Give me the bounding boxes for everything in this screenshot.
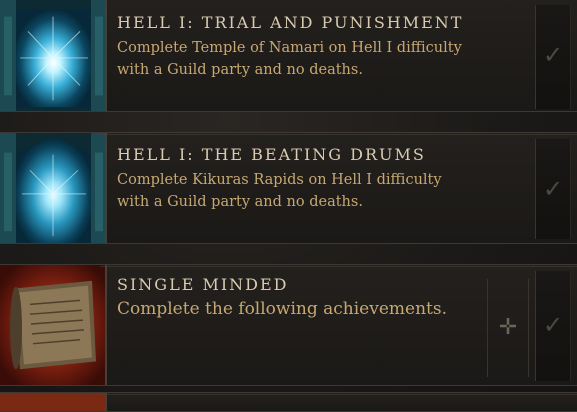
- achievement-description: Complete the following achievements.: [117, 299, 447, 319]
- achievement-icon-partial: [0, 393, 107, 411]
- checkmark-icon: ✓: [542, 311, 564, 339]
- completion-box: ✓: [535, 271, 571, 381]
- checkmark-icon: ✓: [542, 41, 564, 69]
- achievement-title: Single Minded: [117, 275, 289, 294]
- achievement-description: Complete Temple of Namari on Hell I diff…: [117, 40, 462, 78]
- portal-icon: [0, 0, 107, 111]
- scroll-icon: [0, 265, 107, 385]
- checkmark-icon: ✓: [542, 175, 564, 203]
- achievement-row[interactable]: Hell I: Trial and Punishment Complete Te…: [0, 0, 577, 112]
- achievement-row[interactable]: Hell I: The Beating Drums Complete Kikur…: [0, 132, 577, 244]
- move-cross-icon[interactable]: ✛: [488, 315, 528, 340]
- achievement-title: Hell I: The Beating Drums: [117, 145, 426, 164]
- achievement-row[interactable]: Single Minded Complete the following ach…: [0, 264, 577, 386]
- completion-box: ✓: [535, 5, 571, 109]
- completion-box: ✓: [535, 139, 571, 239]
- achievement-row-partial: [0, 392, 577, 412]
- portal-icon: [0, 133, 107, 243]
- expand-box[interactable]: ✛: [487, 279, 529, 377]
- achievement-description: Complete Kikuras Rapids on Hell I diffic…: [117, 172, 442, 210]
- achievement-title: Hell I: Trial and Punishment: [117, 13, 464, 32]
